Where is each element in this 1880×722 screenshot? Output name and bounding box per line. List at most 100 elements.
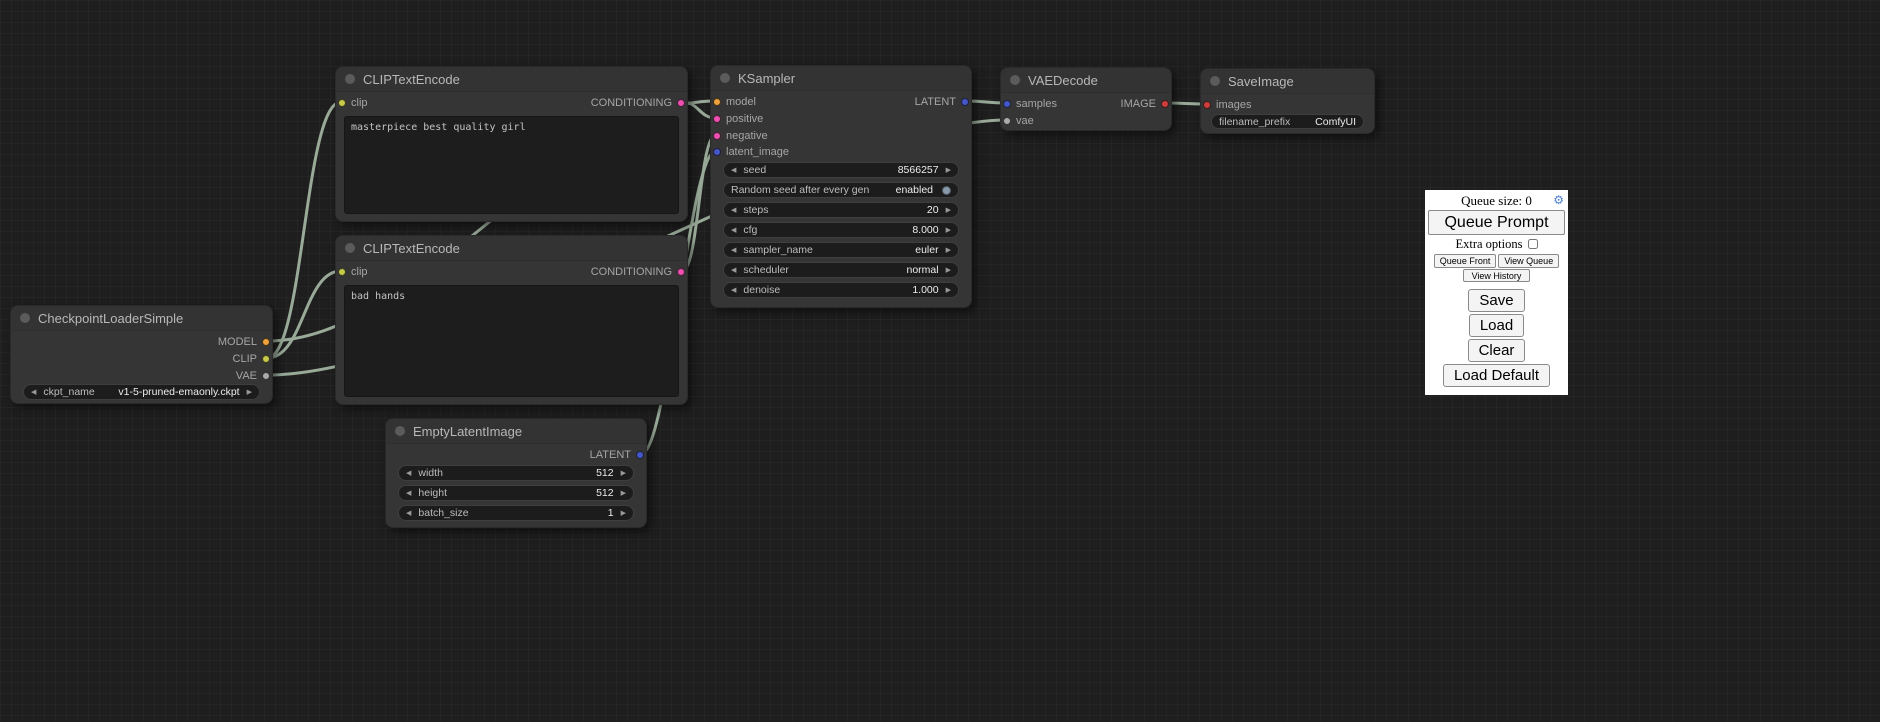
node-collapse-dot-icon[interactable] [720,73,730,83]
output-port-conditioning[interactable] [677,99,685,107]
output-port-latent[interactable] [636,451,644,459]
widget-label: cfg [743,224,757,236]
output-label-latent: LATENT [915,95,956,109]
increment-arrow-icon[interactable]: ▶ [946,207,951,214]
prev-value-arrow-icon[interactable]: ◀ [731,247,736,254]
input-label-samples: samples [1016,97,1057,111]
increment-arrow-icon[interactable]: ▶ [621,470,626,477]
output-port-image[interactable] [1161,100,1169,108]
widget-value: enabled [896,184,933,196]
prev-value-arrow-icon[interactable]: ◀ [31,389,36,396]
output-label-conditioning: CONDITIONING [591,96,672,110]
node-title: KSampler [738,71,795,86]
widget-label: sampler_name [743,244,812,256]
input-port-vae[interactable] [1003,117,1011,125]
widget-value: 8.000 [912,224,938,236]
output-port-conditioning[interactable] [677,268,685,276]
output-port-clip[interactable] [262,355,270,363]
next-value-arrow-icon[interactable]: ▶ [946,247,951,254]
decrement-arrow-icon[interactable]: ◀ [731,167,736,174]
node-clip-text-encode-positive[interactable]: CLIPTextEncode clip CONDITIONING masterp… [335,66,688,222]
decrement-arrow-icon[interactable]: ◀ [731,227,736,234]
node-title-bar[interactable]: VAEDecode [1001,68,1171,93]
seed-widget[interactable]: ◀ seed 8566257 ▶ [723,162,959,178]
node-clip-text-encode-negative[interactable]: CLIPTextEncode clip CONDITIONING bad han… [335,235,688,405]
node-title-bar[interactable]: SaveImage [1201,69,1374,94]
random-seed-toggle[interactable]: Random seed after every gen enabled [723,182,959,198]
decrement-arrow-icon[interactable]: ◀ [731,287,736,294]
node-collapse-dot-icon[interactable] [395,426,405,436]
widget-value: 1.000 [912,284,938,296]
widget-label: steps [743,204,768,216]
batch-size-widget[interactable]: ◀ batch_size 1 ▶ [398,505,634,521]
increment-arrow-icon[interactable]: ▶ [946,227,951,234]
node-checkpoint-loader-simple[interactable]: CheckpointLoaderSimple MODEL CLIP VAE ◀ … [10,305,273,404]
node-title: VAEDecode [1028,73,1098,88]
output-port-latent[interactable] [961,98,969,106]
increment-arrow-icon[interactable]: ▶ [621,510,626,517]
width-widget[interactable]: ◀ width 512 ▶ [398,465,634,481]
queue-front-button[interactable]: Queue Front [1434,254,1497,268]
node-collapse-dot-icon[interactable] [345,74,355,84]
load-button[interactable]: Load [1469,314,1524,337]
node-collapse-dot-icon[interactable] [345,243,355,253]
scheduler-widget[interactable]: ◀ scheduler normal ▶ [723,262,959,278]
decrement-arrow-icon[interactable]: ◀ [406,510,411,517]
filename-prefix-widget[interactable]: filename_prefix ComfyUI [1211,114,1364,129]
node-vae-decode[interactable]: VAEDecode samples vae IMAGE [1000,67,1172,131]
view-history-button[interactable]: View History [1463,269,1531,282]
negative-prompt-textarea[interactable]: bad hands [344,285,679,397]
graph-canvas[interactable]: CheckpointLoaderSimple MODEL CLIP VAE ◀ … [0,0,1880,722]
decrement-arrow-icon[interactable]: ◀ [406,490,411,497]
node-title-bar[interactable]: EmptyLatentImage [386,419,646,444]
load-default-button[interactable]: Load Default [1443,364,1550,387]
node-save-image[interactable]: SaveImage images filename_prefix ComfyUI [1200,68,1375,134]
input-port-model[interactable] [713,98,721,106]
ckpt-name-widget[interactable]: ◀ ckpt_name v1-5-pruned-emaonly.ckpt ▶ [23,384,260,400]
next-value-arrow-icon[interactable]: ▶ [946,267,951,274]
decrement-arrow-icon[interactable]: ◀ [731,207,736,214]
input-port-samples[interactable] [1003,100,1011,108]
input-port-positive[interactable] [713,115,721,123]
input-label-vae: vae [1016,114,1034,128]
queue-prompt-button[interactable]: Queue Prompt [1428,210,1565,235]
sampler-name-widget[interactable]: ◀ sampler_name euler ▶ [723,242,959,258]
node-title-bar[interactable]: CheckpointLoaderSimple [11,306,272,331]
input-port-latent-image[interactable] [713,148,721,156]
input-port-images[interactable] [1203,101,1211,109]
clear-button[interactable]: Clear [1468,339,1526,362]
input-label-negative: negative [726,129,768,143]
prev-value-arrow-icon[interactable]: ◀ [731,267,736,274]
node-collapse-dot-icon[interactable] [1010,75,1020,85]
save-button[interactable]: Save [1468,289,1524,312]
settings-gear-icon[interactable]: ⚙ [1553,194,1564,206]
node-collapse-dot-icon[interactable] [1210,76,1220,86]
extra-options-checkbox[interactable] [1528,239,1538,249]
output-label-model: MODEL [218,335,257,349]
link-clip-to-negative-encode [267,271,341,358]
denoise-widget[interactable]: ◀ denoise 1.000 ▶ [723,282,959,298]
increment-arrow-icon[interactable]: ▶ [621,490,626,497]
node-title-bar[interactable]: CLIPTextEncode [336,236,687,261]
next-value-arrow-icon[interactable]: ▶ [247,389,252,396]
input-port-clip[interactable] [338,268,346,276]
node-title: CLIPTextEncode [363,72,460,87]
decrement-arrow-icon[interactable]: ◀ [406,470,411,477]
increment-arrow-icon[interactable]: ▶ [946,287,951,294]
positive-prompt-textarea[interactable]: masterpiece best quality girl [344,116,679,214]
input-port-negative[interactable] [713,132,721,140]
cfg-widget[interactable]: ◀ cfg 8.000 ▶ [723,222,959,238]
node-collapse-dot-icon[interactable] [20,313,30,323]
node-title-bar[interactable]: KSampler [711,66,971,91]
node-ksampler[interactable]: KSampler model positive negative latent_… [710,65,972,308]
increment-arrow-icon[interactable]: ▶ [946,167,951,174]
output-port-model[interactable] [262,338,270,346]
view-queue-button[interactable]: View Queue [1498,254,1559,268]
queue-menu-panel: Queue size: 0 ⚙ Queue Prompt Extra optio… [1425,190,1568,395]
node-title-bar[interactable]: CLIPTextEncode [336,67,687,92]
height-widget[interactable]: ◀ height 512 ▶ [398,485,634,501]
steps-widget[interactable]: ◀ steps 20 ▶ [723,202,959,218]
output-port-vae[interactable] [262,372,270,380]
node-empty-latent-image[interactable]: EmptyLatentImage LATENT ◀ width 512 ▶ ◀ … [385,418,647,528]
input-port-clip[interactable] [338,99,346,107]
